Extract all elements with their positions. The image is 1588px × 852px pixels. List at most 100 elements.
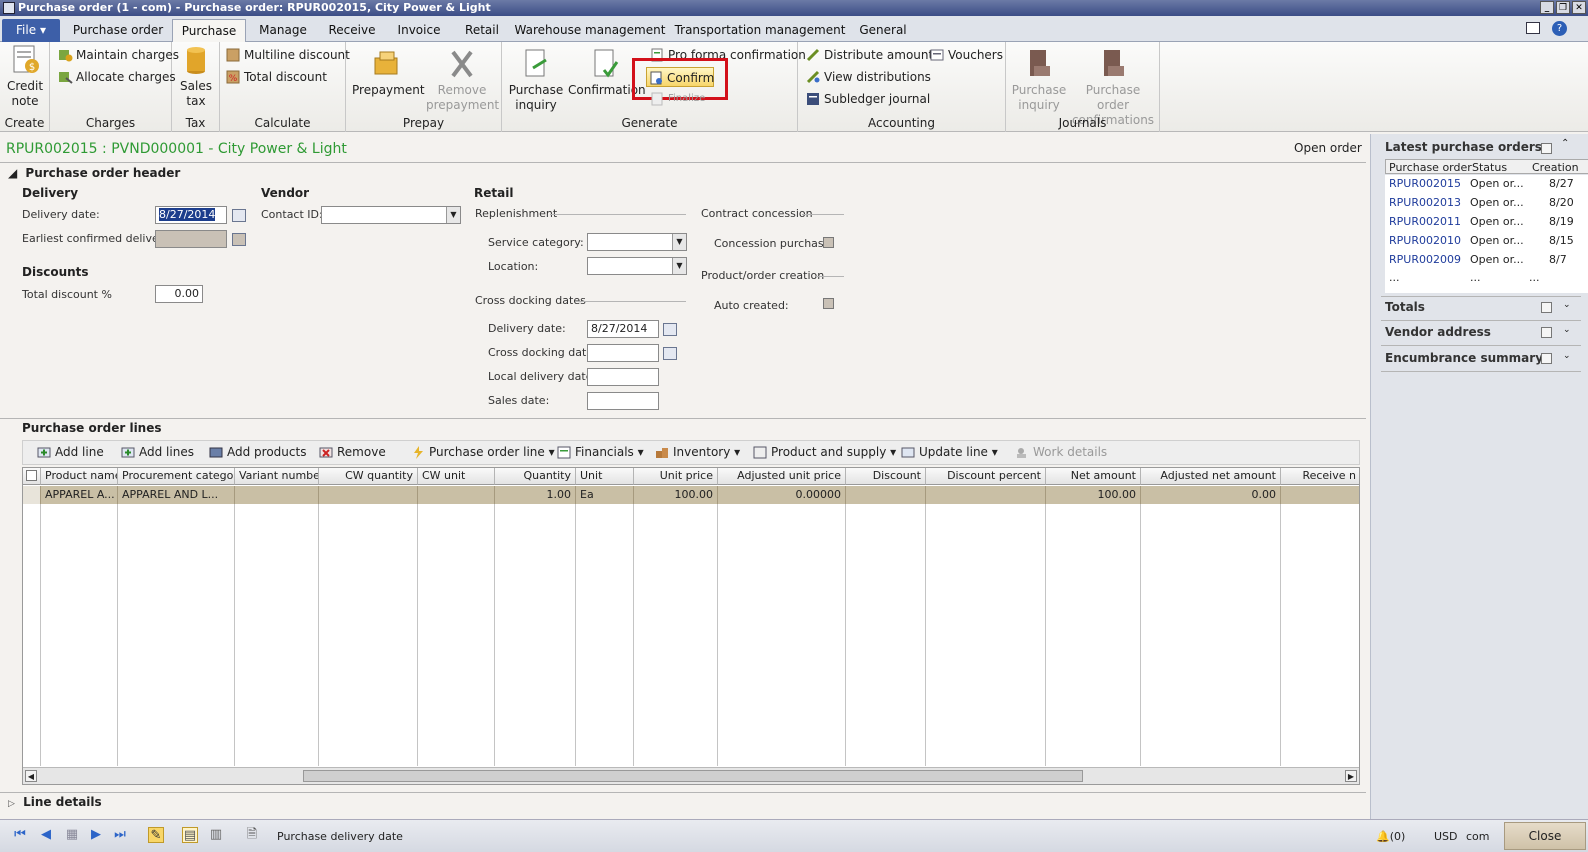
col-header-adjusted-net-amount[interactable]: Adjusted net amount: [1141, 468, 1281, 485]
list-item[interactable]: RPUR002011 Open or... 8/19: [1385, 215, 1588, 233]
tab-invoice[interactable]: Invoice: [388, 19, 450, 42]
col-header-unit[interactable]: Unit: [576, 468, 634, 485]
location-dropdown[interactable]: ▼: [587, 257, 687, 275]
col-header-cw-unit[interactable]: CW unit: [418, 468, 495, 485]
calendar-icon[interactable]: [663, 323, 677, 336]
table-cell-variant-number[interactable]: [235, 486, 319, 504]
financials-menu[interactable]: Financials ▾: [557, 445, 644, 459]
scroll-right-icon[interactable]: ▶: [1345, 770, 1357, 782]
purchase-inquiry-button[interactable]: Purchase inquiry: [506, 48, 566, 113]
col-header-adjusted-unit-price[interactable]: Adjusted unit price: [718, 468, 846, 485]
col-header-unit-price[interactable]: Unit price: [634, 468, 718, 485]
subledger-journal-button[interactable]: Subledger journal: [804, 89, 930, 109]
view-distributions-button[interactable]: View distributions: [804, 67, 931, 87]
encumbrance-summary-factbox[interactable]: Encumbrance summary: [1385, 351, 1543, 365]
select-all-checkbox-header[interactable]: [23, 468, 41, 485]
chevron-down-icon[interactable]: ⌄: [1563, 300, 1571, 310]
tab-purchase[interactable]: Purchase: [172, 19, 246, 42]
table-cell-cw-unit[interactable]: [418, 486, 495, 504]
list-view-icon[interactable]: ▥: [208, 827, 224, 843]
distribute-amounts-button[interactable]: Distribute amounts: [804, 45, 939, 65]
prepayment-button[interactable]: Prepayment: [352, 48, 425, 98]
select-all-checkbox[interactable]: [26, 470, 37, 481]
horizontal-scrollbar[interactable]: ◀ ▶: [23, 767, 1359, 784]
remove-button[interactable]: Remove: [319, 445, 386, 459]
service-category-dropdown[interactable]: ▼: [587, 233, 687, 251]
close-window-icon[interactable]: ✕: [1572, 1, 1586, 14]
concession-purchase-checkbox[interactable]: [823, 237, 834, 248]
table-cell-receive-now[interactable]: [1281, 486, 1359, 504]
scrollbar-thumb[interactable]: [303, 770, 1083, 782]
calendar-icon[interactable]: [663, 347, 677, 360]
vouchers-button[interactable]: Vouchers: [928, 45, 1003, 65]
col-header-variant-number[interactable]: Variant number: [235, 468, 319, 485]
table-cell-procurement-category[interactable]: APPAREL AND L...: [118, 486, 235, 504]
sales-tax-button[interactable]: Sales tax: [174, 44, 218, 109]
previous-record-icon[interactable]: ◀: [38, 827, 54, 843]
confirmation-button[interactable]: Confirmation: [568, 48, 646, 98]
row-selector[interactable]: [23, 486, 41, 504]
total-discount-field[interactable]: 0.00: [155, 285, 203, 303]
tab-purchase-order[interactable]: Purchase order: [68, 19, 168, 42]
sales-date-field[interactable]: [587, 392, 659, 410]
grid-view-icon[interactable]: ▦: [64, 827, 80, 843]
view-toggle-icon[interactable]: [1526, 22, 1540, 34]
factbox-options-icon[interactable]: [1541, 353, 1552, 364]
inventory-menu[interactable]: Inventory ▾: [655, 445, 740, 459]
collapse-icon[interactable]: ⌃: [1561, 138, 1569, 149]
first-record-icon[interactable]: ⏮: [12, 827, 28, 843]
contact-id-dropdown[interactable]: ▼: [321, 206, 461, 224]
tab-manage[interactable]: Manage: [250, 19, 316, 42]
add-lines-button[interactable]: Add lines: [121, 445, 194, 459]
table-cell-cw-quantity[interactable]: [319, 486, 418, 504]
factbox-options-icon[interactable]: [1541, 143, 1552, 154]
purchase-order-header-toggle[interactable]: ◢ Purchase order header: [8, 166, 180, 180]
table-cell-product-name[interactable]: APPAREL A...: [41, 486, 118, 504]
finalize-button[interactable]: Finalize: [648, 89, 705, 109]
currency-indicator[interactable]: USD: [1434, 830, 1458, 843]
chevron-down-icon[interactable]: ⌄: [1563, 351, 1571, 361]
factbox-options-icon[interactable]: [1541, 327, 1552, 338]
col-header-quantity[interactable]: Quantity: [495, 468, 576, 485]
auto-created-checkbox[interactable]: [823, 298, 834, 309]
table-cell-adjusted-unit-price[interactable]: 0.00000: [718, 486, 846, 504]
col-header-status[interactable]: Status: [1472, 161, 1507, 174]
col-header-creation[interactable]: Creation: [1532, 161, 1579, 174]
minimize-icon[interactable]: _: [1540, 1, 1554, 14]
product-and-supply-menu[interactable]: Product and supply ▾: [753, 445, 896, 459]
total-discount-button[interactable]: % Total discount: [224, 67, 327, 87]
scroll-left-icon[interactable]: ◀: [25, 770, 37, 782]
tab-receive[interactable]: Receive: [320, 19, 384, 42]
col-header-purchase-order[interactable]: Purchase order: [1389, 161, 1472, 174]
cross-docking-date-field[interactable]: [587, 344, 659, 362]
col-header-net-amount[interactable]: Net amount: [1046, 468, 1141, 485]
col-header-receive-now[interactable]: Receive n: [1281, 468, 1359, 485]
next-record-icon[interactable]: ▶: [88, 827, 104, 843]
tab-general[interactable]: General: [854, 19, 912, 42]
credit-note-button[interactable]: $ Credit note: [2, 44, 48, 109]
list-item[interactable]: RPUR002015 Open or... 8/27: [1385, 177, 1588, 195]
add-products-button[interactable]: Add products: [209, 445, 306, 459]
tab-warehouse-management[interactable]: Warehouse management: [514, 19, 666, 42]
close-button[interactable]: Close: [1504, 822, 1586, 850]
journal-purchase-inquiry-button[interactable]: Purchase inquiry: [1010, 48, 1068, 113]
factbox-options-icon[interactable]: [1541, 302, 1552, 313]
chevron-down-icon[interactable]: ⌄: [1563, 325, 1571, 335]
remove-prepayment-button[interactable]: Remove prepayment: [426, 48, 499, 113]
line-details-toggle[interactable]: ▷ Line details: [8, 795, 102, 809]
list-item[interactable]: RPUR002013 Open or... 8/20: [1385, 196, 1588, 214]
add-line-button[interactable]: Add line: [37, 445, 104, 459]
delivery-date-field[interactable]: 8/27/2014: [155, 206, 227, 224]
col-header-procurement-category[interactable]: Procurement category: [118, 468, 235, 485]
update-line-menu[interactable]: Update line ▾: [901, 445, 998, 459]
earliest-confirmed-delivery-field[interactable]: [155, 230, 227, 248]
list-item[interactable]: RPUR002009 Open or... 8/7: [1385, 253, 1588, 271]
tab-file[interactable]: File ▾: [2, 19, 60, 42]
table-cell-discount[interactable]: [846, 486, 926, 504]
edit-pencil-icon[interactable]: ✎: [148, 827, 164, 843]
last-record-icon[interactable]: ⏭: [112, 827, 128, 843]
tab-retail[interactable]: Retail: [456, 19, 508, 42]
vendor-address-factbox[interactable]: Vendor address: [1385, 325, 1491, 339]
restore-icon[interactable]: ❐: [1556, 1, 1570, 14]
local-delivery-date-field[interactable]: [587, 368, 659, 386]
